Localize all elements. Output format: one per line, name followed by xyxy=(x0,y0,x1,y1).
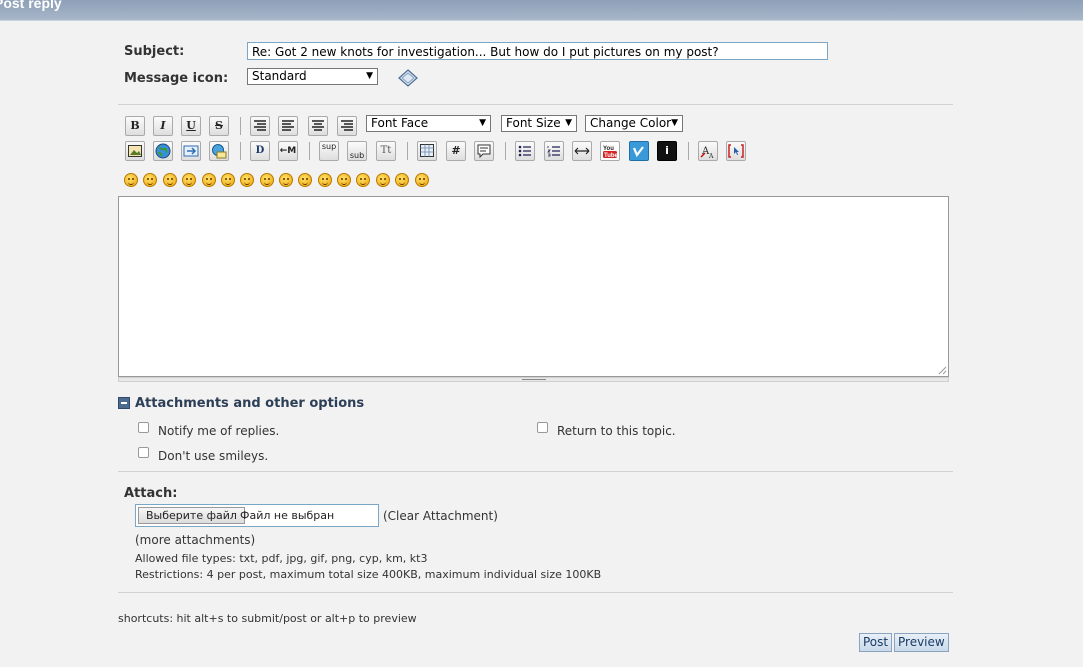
attachments-section-title[interactable]: Attachments and other options xyxy=(135,396,364,411)
post-button[interactable]: Post xyxy=(859,633,893,652)
chevron-down-icon: ▼ xyxy=(671,118,678,128)
vimeo-icon[interactable] xyxy=(629,141,649,161)
notify-label: Notify me of replies. xyxy=(158,424,280,438)
message-icon-label: Message icon: xyxy=(124,71,229,86)
cry-icon[interactable] xyxy=(415,173,429,187)
cool-icon[interactable] xyxy=(260,173,274,187)
divider xyxy=(118,471,953,472)
font-face-select[interactable]: Font Face ▼ xyxy=(366,115,491,132)
toolbar-separator xyxy=(407,142,408,160)
allowed-file-types-text: Allowed file types: txt, pdf, jpg, gif, … xyxy=(135,552,428,565)
align-right-icon[interactable] xyxy=(337,116,357,136)
bullet-list-icon[interactable] xyxy=(515,141,535,161)
textarea-drag-bar[interactable] xyxy=(118,377,949,382)
message-icon-value: Standard xyxy=(252,69,307,83)
table-icon[interactable] xyxy=(417,141,437,161)
toolbar-separator xyxy=(688,142,689,160)
restrictions-text: Restrictions: 4 per post, maximum total … xyxy=(135,568,602,581)
tongue-icon[interactable] xyxy=(318,173,332,187)
title-bar: Post reply xyxy=(0,0,1083,21)
chevron-down-icon: ▼ xyxy=(479,118,486,128)
move-button[interactable]: ←M xyxy=(278,141,298,161)
change-color-select[interactable]: Change Color ▼ xyxy=(585,115,683,132)
superscript-button[interactable]: sup xyxy=(319,141,339,161)
drag-handle-icon xyxy=(522,379,546,381)
message-textarea[interactable] xyxy=(118,196,949,377)
select-area-icon[interactable] xyxy=(726,141,746,161)
wink-icon[interactable] xyxy=(143,173,157,187)
huh-icon[interactable] xyxy=(279,173,293,187)
subject-label: Subject: xyxy=(124,44,185,59)
font-size-value: Font Size xyxy=(506,116,561,130)
more-attachments-link[interactable]: (more attachments) xyxy=(135,533,255,547)
toolbar-separator xyxy=(240,142,241,160)
info-icon[interactable]: i xyxy=(657,141,677,161)
youtube-icon[interactable]: You Tube xyxy=(600,141,620,161)
roll-eyes-icon[interactable] xyxy=(298,173,312,187)
clear-attachment-link[interactable]: (Clear Attachment) xyxy=(383,509,498,523)
message-icon-select[interactable]: Standard ▼ xyxy=(247,68,378,85)
font-face-value: Font Face xyxy=(371,116,429,130)
svg-text:A: A xyxy=(708,153,714,159)
chevron-down-icon: ▼ xyxy=(565,118,572,128)
message-icon-preview-icon xyxy=(398,69,418,87)
return-topic-label: Return to this topic. xyxy=(557,424,676,438)
grin-icon[interactable] xyxy=(182,173,196,187)
lips-sealed-icon[interactable] xyxy=(356,173,370,187)
toolbar-separator xyxy=(309,142,310,160)
divider xyxy=(118,592,953,593)
chevron-down-icon: ▼ xyxy=(366,71,373,81)
change-color-value: Change Color xyxy=(590,116,672,130)
code-hash-button[interactable]: # xyxy=(446,141,466,161)
italic-button[interactable]: I xyxy=(153,116,173,136)
strike-button[interactable]: S xyxy=(209,116,229,136)
align-left-indent-icon[interactable] xyxy=(250,116,270,136)
bold-button[interactable]: B xyxy=(125,116,145,136)
undecided-icon[interactable] xyxy=(376,173,390,187)
page-title: Post reply xyxy=(0,0,62,11)
shortcuts-text: shortcuts: hit alt+s to submit/post or a… xyxy=(118,612,417,625)
font-size-select[interactable]: Font Size ▼ xyxy=(501,115,577,132)
quote-icon[interactable] xyxy=(474,141,494,161)
no-smileys-checkbox[interactable] xyxy=(138,447,149,458)
resize-grip-icon[interactable] xyxy=(938,366,947,375)
no-smileys-label: Don't use smileys. xyxy=(158,449,269,463)
numbered-list-icon[interactable] xyxy=(544,141,564,161)
font-color-icon[interactable]: AA xyxy=(698,141,718,161)
subject-input[interactable]: Re: Got 2 new knots for investigation...… xyxy=(247,42,828,60)
notify-checkbox[interactable] xyxy=(138,422,149,433)
divider xyxy=(118,104,953,105)
smiley-icon[interactable] xyxy=(124,173,138,187)
no-file-chosen-text: Файл не выбран xyxy=(240,509,335,522)
teletype-button[interactable]: Tt xyxy=(376,141,396,161)
toolbar-separator xyxy=(240,117,241,135)
subscript-button[interactable]: sub xyxy=(347,141,367,161)
shocked-icon[interactable] xyxy=(240,173,254,187)
underline-button[interactable]: U xyxy=(181,116,201,136)
toolbar-separator xyxy=(505,142,506,160)
cheesy-icon[interactable] xyxy=(163,173,177,187)
attach-label: Attach: xyxy=(124,486,178,501)
align-center-icon[interactable] xyxy=(308,116,328,136)
kiss-icon[interactable] xyxy=(395,173,409,187)
globe-link-icon[interactable] xyxy=(153,141,173,161)
svg-text:Tube: Tube xyxy=(604,153,618,159)
preview-button[interactable]: Preview xyxy=(894,633,949,652)
email-icon[interactable] xyxy=(209,141,229,161)
return-topic-checkbox[interactable] xyxy=(537,422,548,433)
collapse-icon[interactable] xyxy=(118,397,130,409)
embarrassed-icon[interactable] xyxy=(337,173,351,187)
horizontal-rule-icon[interactable] xyxy=(572,141,592,161)
file-input[interactable]: Выберите файл Файл не выбран xyxy=(135,504,379,527)
angry-icon[interactable] xyxy=(202,173,216,187)
glow-text-icon[interactable]: D xyxy=(250,141,270,161)
image-icon[interactable] xyxy=(125,141,145,161)
sad-icon[interactable] xyxy=(221,173,235,187)
ftp-icon[interactable] xyxy=(181,141,201,161)
align-left-icon[interactable] xyxy=(278,116,298,136)
choose-file-button[interactable]: Выберите файл xyxy=(138,507,245,524)
